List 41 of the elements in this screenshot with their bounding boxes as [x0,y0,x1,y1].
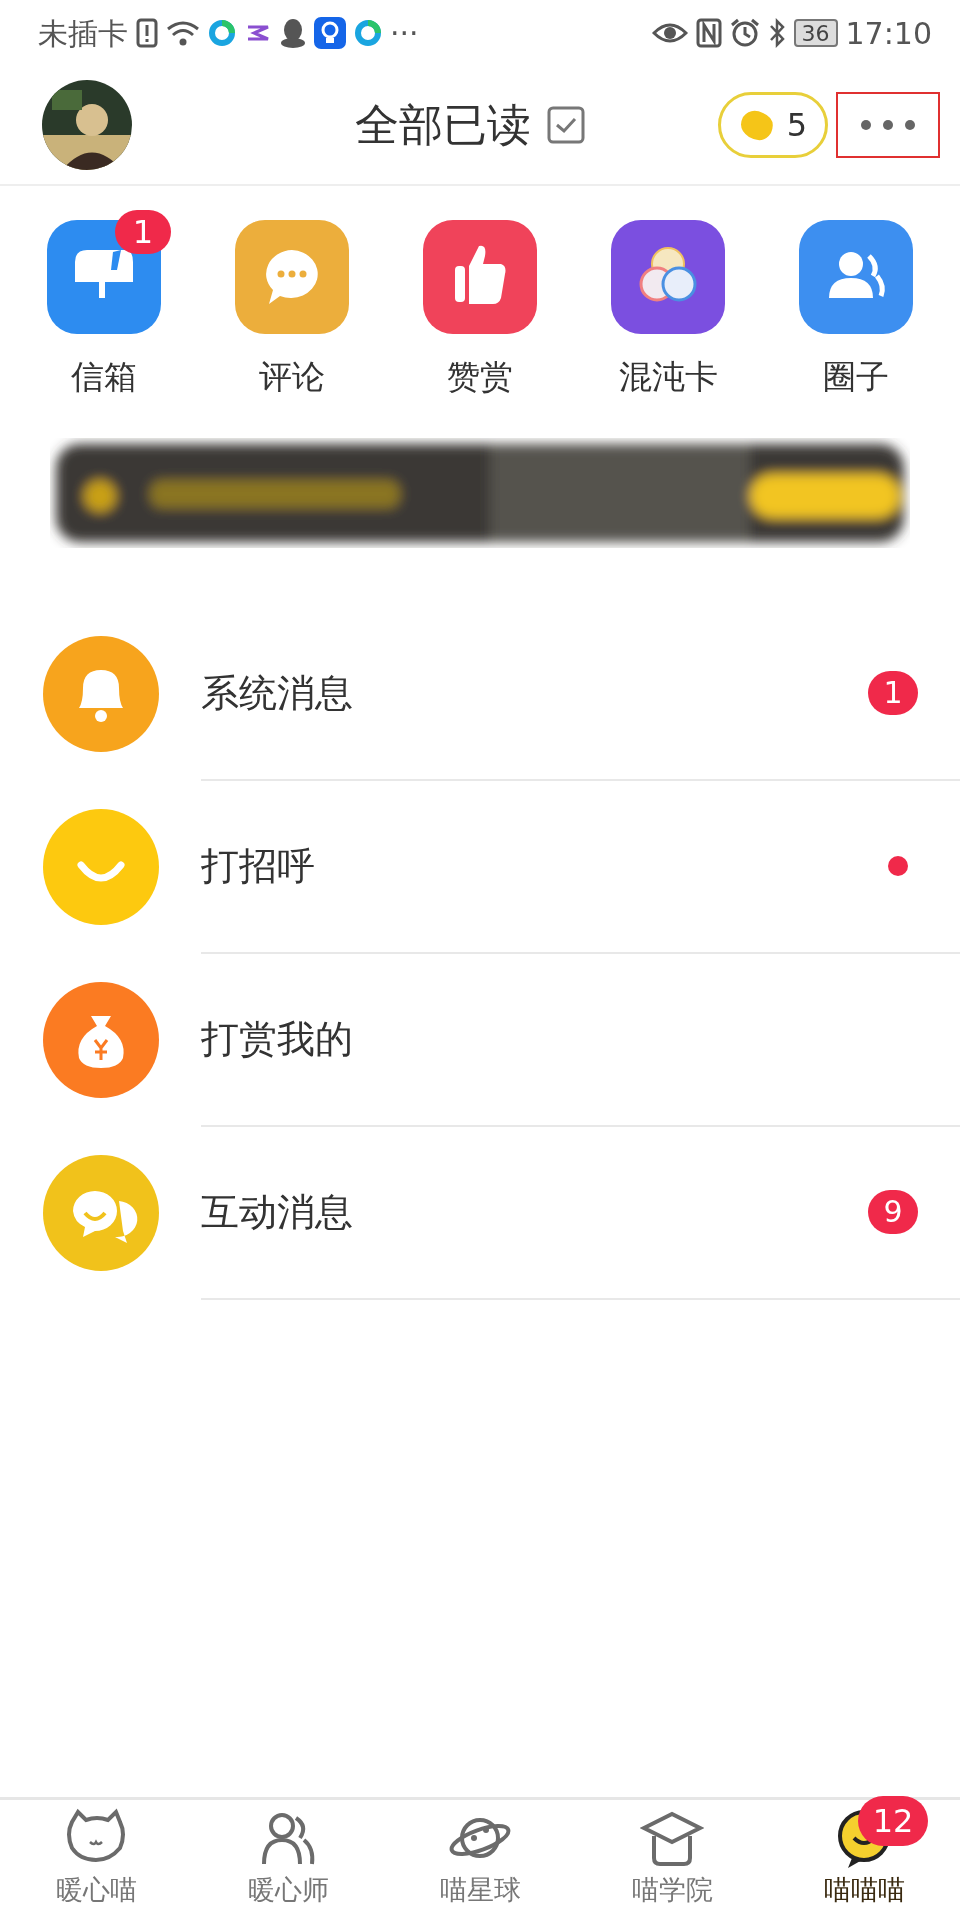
nfc-icon [695,18,722,48]
carrier-text: 未插卡 [38,14,128,53]
count-badge: 9 [868,1190,918,1234]
thumb-icon [423,220,537,334]
shortcut-button[interactable]: 赞赏 [386,206,574,402]
chat-icon [43,1155,159,1271]
bluetooth-icon [767,18,786,48]
battery-indicator: 36 [793,19,838,47]
smile-icon [43,809,159,925]
sync-icon [208,19,236,47]
comment-icon [235,220,349,334]
eye-icon [651,21,688,45]
count-badge: 12 [858,1796,928,1846]
shortcut-button[interactable]: 圈子 [762,206,950,402]
count-badge: 1 [868,671,918,715]
nav-tab[interactable]: 喵星球 [384,1800,576,1920]
time-text: 17:10 [845,14,932,53]
page-title: 全部已读 [354,98,531,152]
count-badge: 1 [115,210,171,254]
people-icon [799,220,913,334]
wifi-icon [166,19,200,47]
nav-tab[interactable]: 喵学院 [576,1800,768,1920]
more-text: ··· [390,14,419,53]
bell-icon [43,636,159,752]
mailbox-icon [47,220,161,334]
nav-tab[interactable]: 暖心师 [192,1800,384,1920]
sim-icon [136,18,158,48]
check-icon[interactable] [546,106,585,144]
moneybag-icon [43,982,159,1098]
sync-icon [354,19,382,47]
more-button[interactable] [836,92,940,158]
shortcut-button[interactable]: 评论 [198,206,386,402]
shortcut-button[interactable]: 1 信箱 [10,206,198,402]
penguin-icon [280,18,306,48]
bulb-icon [314,17,346,49]
coin-counter[interactable]: 5 [717,92,828,158]
alarm-icon [729,18,760,48]
circles-icon [611,220,725,334]
shortcut-button[interactable]: 混沌卡 [574,206,762,402]
nav-tab[interactable]: 暖心喵 [0,1800,192,1920]
more-icon [858,118,918,132]
